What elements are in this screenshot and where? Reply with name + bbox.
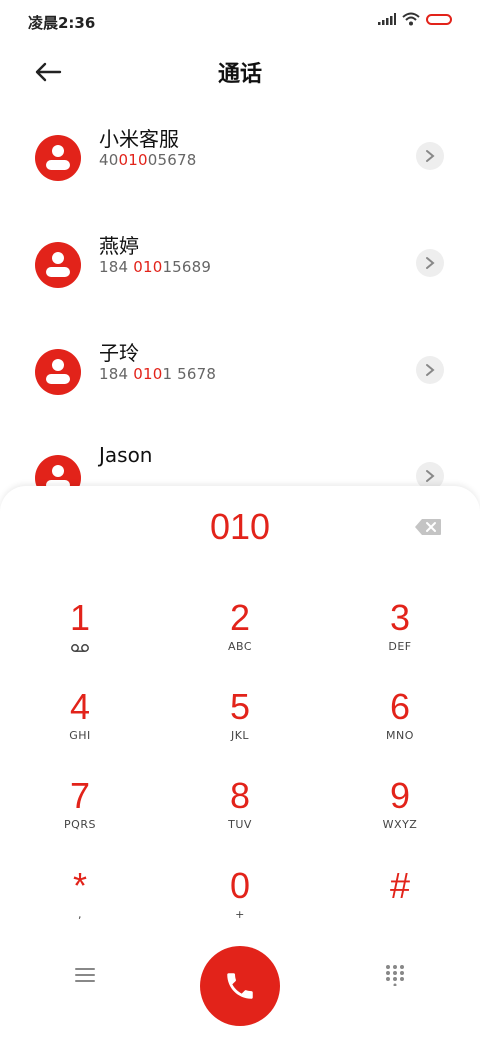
wifi-icon xyxy=(402,12,420,26)
dialpad: 010 1 2 ABC 3 DEF 4 GHI 5 JKL 6 MNO 7 PQ… xyxy=(0,486,480,1040)
key-3[interactable]: 3 DEF xyxy=(340,598,460,678)
key-digit: 2 xyxy=(229,597,251,638)
menu-button[interactable] xyxy=(70,960,100,990)
key-digit: 8 xyxy=(229,775,251,816)
call-button[interactable] xyxy=(200,946,280,1026)
key-digit: 7 xyxy=(69,775,91,816)
key-4[interactable]: 4 GHI xyxy=(20,687,140,767)
header: 通话 xyxy=(0,44,480,100)
key-letters: + xyxy=(235,908,245,921)
key-star[interactable]: * , xyxy=(20,866,140,946)
contact-name: Jason xyxy=(99,443,153,467)
key-letters: MNO xyxy=(386,729,414,742)
key-letters: GHI xyxy=(69,729,91,742)
key-digit: 0 xyxy=(229,865,251,906)
key-digit: 1 xyxy=(69,597,91,638)
key-letters: JKL xyxy=(230,729,250,742)
contact-number: 184 01015689 xyxy=(99,258,212,276)
phone-icon xyxy=(227,973,253,999)
contact-detail-button[interactable] xyxy=(416,249,444,277)
key-digit: 3 xyxy=(389,597,411,638)
page-title: 通话 xyxy=(217,62,262,87)
chevron-right-icon xyxy=(426,364,435,376)
key-1[interactable]: 1 xyxy=(20,598,140,678)
signal-icon xyxy=(378,13,396,25)
key-7[interactable]: 7 PQRS xyxy=(20,776,140,856)
key-letters: , xyxy=(78,908,82,921)
key-letters: DEF xyxy=(388,640,412,653)
key-letters: ABC xyxy=(227,640,253,653)
keypad-icon xyxy=(386,965,404,986)
contact-detail-button[interactable] xyxy=(416,356,444,384)
contact-avatar-icon xyxy=(35,242,81,288)
key-letters: WXYZ xyxy=(382,818,418,831)
key-digit: * xyxy=(72,865,87,906)
menu-icon xyxy=(75,968,95,982)
key-hash[interactable]: # xyxy=(340,866,460,946)
backspace-button[interactable] xyxy=(414,518,442,536)
backspace-icon xyxy=(415,519,441,535)
key-9[interactable]: 9 WXYZ xyxy=(340,776,460,856)
status-time: 凌晨2:36 xyxy=(28,14,96,32)
contact-row[interactable]: 子玲 184 0101 5678 xyxy=(0,341,480,429)
voicemail-icon xyxy=(71,644,89,652)
contact-avatar-icon xyxy=(35,349,81,395)
key-6[interactable]: 6 MNO xyxy=(340,687,460,767)
key-digit: 4 xyxy=(69,686,91,727)
dialed-number: 010 xyxy=(209,506,271,547)
chevron-right-icon xyxy=(426,150,435,162)
contact-detail-button[interactable] xyxy=(416,142,444,170)
key-2[interactable]: 2 ABC xyxy=(180,598,300,678)
key-digit: # xyxy=(389,865,411,906)
contact-name: 子玲 xyxy=(99,341,139,365)
contact-number: 4001005678 xyxy=(99,151,197,169)
chevron-right-icon xyxy=(426,470,435,482)
key-8[interactable]: 8 TUV xyxy=(180,776,300,856)
contact-name: 燕婷 xyxy=(99,234,139,258)
key-letters: TUV xyxy=(228,818,252,831)
contact-row[interactable]: 燕婷 184 01015689 xyxy=(0,234,480,322)
chevron-right-icon xyxy=(426,257,435,269)
key-digit: 9 xyxy=(389,775,411,816)
status-icons xyxy=(378,12,452,26)
contact-row[interactable]: 小米客服 4001005678 xyxy=(0,127,480,215)
contact-number: 184 0101 5678 xyxy=(99,365,217,383)
contact-avatar-icon xyxy=(35,135,81,181)
key-5[interactable]: 5 JKL xyxy=(180,687,300,767)
status-bar: 凌晨2:36 xyxy=(0,0,480,44)
key-digit: 6 xyxy=(389,686,411,727)
contact-name: 小米客服 xyxy=(99,127,179,151)
key-digit: 5 xyxy=(229,686,251,727)
key-letters: PQRS xyxy=(64,818,96,831)
keypad-toggle-button[interactable] xyxy=(380,960,410,990)
key-0[interactable]: 0 + xyxy=(180,866,300,946)
battery-icon xyxy=(426,13,452,25)
